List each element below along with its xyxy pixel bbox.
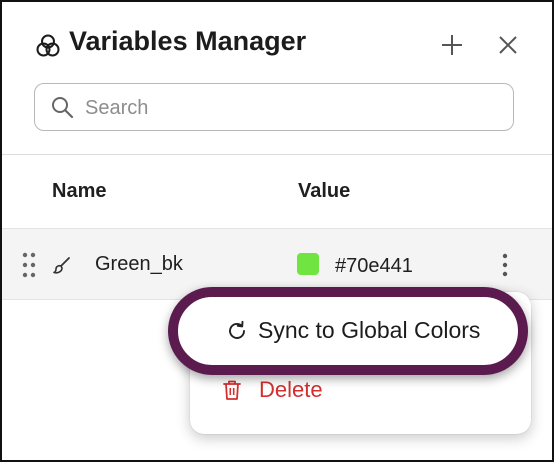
variable-name: Green_bk	[95, 253, 183, 275]
close-icon[interactable]	[495, 32, 521, 58]
variables-icon	[36, 34, 60, 57]
sync-icon	[229, 320, 245, 339]
trash-icon	[223, 380, 241, 400]
search-input[interactable]	[83, 92, 497, 124]
more-options-icon[interactable]	[495, 251, 515, 279]
search-box[interactable]	[34, 83, 514, 131]
color-swatch[interactable]	[297, 253, 319, 275]
column-header-value: Value	[298, 180, 351, 202]
delete-label: Delete	[259, 377, 323, 402]
variable-value: #70e441	[335, 255, 413, 277]
drag-handle-icon[interactable]	[21, 251, 37, 279]
sync-label: Sync to Global Colors	[258, 317, 481, 343]
variables-manager-panel: Variables Manager Name Value Green_bk	[0, 0, 554, 462]
column-header-name: Name	[52, 180, 107, 202]
panel-title: Variables Manager	[69, 26, 307, 56]
panel-header: Variables Manager	[2, 2, 552, 84]
divider	[2, 154, 552, 155]
brush-icon	[53, 257, 70, 274]
sync-menu-item[interactable]: Sync to Global Colors	[168, 287, 528, 375]
search-icon	[52, 97, 74, 119]
plus-icon[interactable]	[439, 32, 465, 58]
